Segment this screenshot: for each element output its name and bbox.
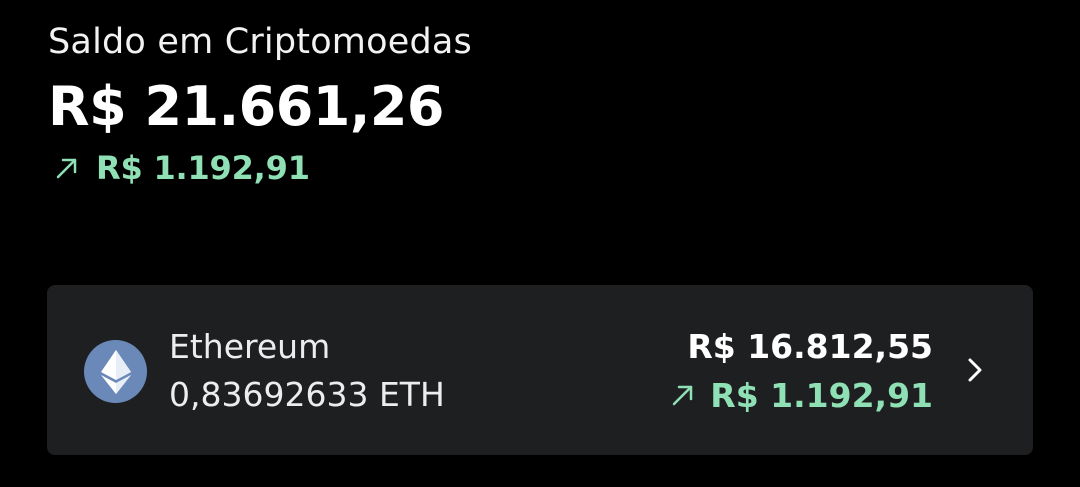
total-balance: R$ 21.661,26: [48, 75, 445, 138]
balance-change: R$ 1.192,91: [52, 146, 310, 190]
ethereum-icon: [84, 340, 147, 403]
arrow-up-right-icon: [668, 380, 698, 410]
asset-change-value: R$ 1.192,91: [710, 375, 933, 415]
asset-change: R$ 1.192,91: [668, 373, 933, 417]
page-title: Saldo em Criptomoedas: [48, 22, 472, 62]
balance-change-value: R$ 1.192,91: [96, 149, 310, 187]
arrow-up-right-icon: [52, 153, 82, 183]
chevron-right-icon[interactable]: [965, 355, 985, 385]
asset-amount: 0,83692633 ETH: [169, 375, 445, 414]
asset-name: Ethereum: [169, 327, 331, 366]
asset-value: R$ 16.812,55: [687, 327, 933, 366]
asset-row-ethereum[interactable]: Ethereum 0,83692633 ETH R$ 16.812,55 R$ …: [47, 285, 1033, 455]
